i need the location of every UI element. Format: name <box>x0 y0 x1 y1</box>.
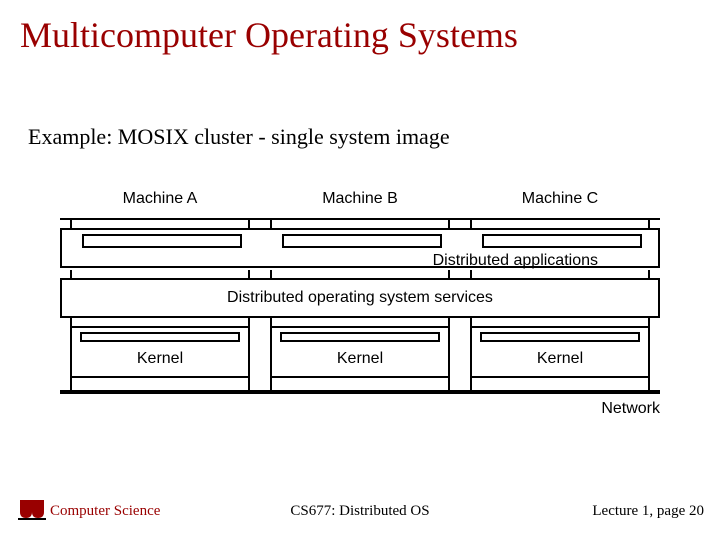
architecture-diagram: Machine A Machine B Machine C Distribute… <box>60 190 660 450</box>
slide-title: Multicomputer Operating Systems <box>20 14 518 56</box>
kernel-box-b: Kernel <box>270 326 450 378</box>
app-box-b <box>282 234 442 248</box>
machine-a-label: Machine A <box>80 190 240 208</box>
stub-top-b <box>270 220 450 228</box>
stub-under-dos-b <box>270 318 450 326</box>
distributed-os-label: Distributed operating system services <box>227 289 493 306</box>
machine-b-label: Machine B <box>280 190 440 208</box>
distributed-os-band: Distributed operating system services <box>60 278 660 318</box>
app-box-a <box>82 234 242 248</box>
kernel-inner-b <box>280 332 440 342</box>
kernel-inner-a <box>80 332 240 342</box>
kernel-box-a: Kernel <box>70 326 250 378</box>
network-line <box>60 390 660 394</box>
kernel-inner-c <box>480 332 640 342</box>
stub-top-c <box>470 220 650 228</box>
net-stub-a <box>70 378 250 390</box>
net-stub-b <box>270 378 450 390</box>
net-stub-c <box>470 378 650 390</box>
slide-subtitle: Example: MOSIX cluster - single system i… <box>28 124 450 150</box>
kernel-label-c: Kernel <box>472 350 648 368</box>
kernel-box-c: Kernel <box>470 326 650 378</box>
kernel-label-a: Kernel <box>72 350 248 368</box>
network-label: Network <box>601 400 660 418</box>
lecture-slide: Multicomputer Operating Systems Example:… <box>0 0 720 540</box>
distributed-apps-band: Distributed applications <box>60 228 660 268</box>
kernel-label-b: Kernel <box>272 350 448 368</box>
stub-top-a <box>70 220 250 228</box>
stub-under-dos-c <box>470 318 650 326</box>
stub-under-dos-a <box>70 318 250 326</box>
slide-footer: Computer Science CS677: Distributed OS L… <box>0 492 720 522</box>
machine-c-label: Machine C <box>480 190 640 208</box>
footer-pagenum: Lecture 1, page 20 <box>592 503 704 520</box>
